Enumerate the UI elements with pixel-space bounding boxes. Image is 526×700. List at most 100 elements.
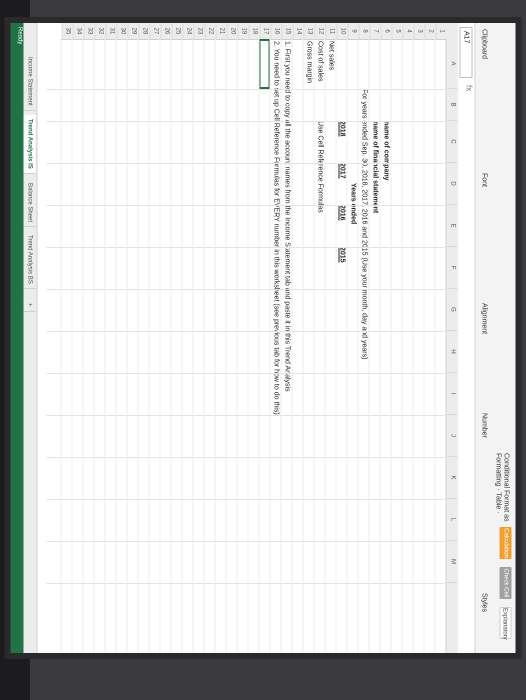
gridline <box>269 39 271 653</box>
column-header[interactable]: D <box>446 163 458 205</box>
clipboard-group-label: Clipboard <box>480 29 488 59</box>
gridline <box>258 39 260 653</box>
gridline <box>203 39 205 653</box>
row-header[interactable]: 30 <box>116 23 128 39</box>
gridline <box>280 39 282 653</box>
column-header[interactable]: E <box>446 205 458 247</box>
row-header[interactable]: 28 <box>138 23 150 39</box>
gridline <box>335 39 337 653</box>
row-header[interactable]: 6 <box>380 23 392 39</box>
column-header[interactable]: G <box>446 289 458 331</box>
row-header[interactable]: 20 <box>226 23 238 39</box>
row-header[interactable]: 8 <box>358 23 370 39</box>
row-header[interactable]: 9 <box>347 23 359 39</box>
style-explanatory[interactable]: Explanatory <box>499 607 512 640</box>
style-check-cell[interactable]: Check Cell <box>499 567 512 599</box>
row-header[interactable]: 29 <box>127 23 139 39</box>
column-header[interactable]: M <box>446 541 458 583</box>
gridline <box>148 39 150 653</box>
row-header[interactable]: 21 <box>215 23 227 39</box>
row-header[interactable]: 12 <box>314 23 326 39</box>
column-header[interactable]: H <box>446 331 458 373</box>
gridline <box>192 39 194 653</box>
gridline <box>46 541 447 542</box>
sheet-tab[interactable]: Trend Analysis BS <box>23 231 36 289</box>
column-header[interactable]: L <box>446 499 458 541</box>
gridline <box>412 39 414 653</box>
row-header[interactable]: 14 <box>292 23 304 39</box>
row-header[interactable]: 17 <box>259 23 271 39</box>
gridline <box>126 39 128 653</box>
column-header[interactable]: C <box>446 121 458 163</box>
style-label: Explanatory <box>501 608 508 640</box>
gridline <box>71 39 73 653</box>
status-bar: Ready <box>10 23 24 653</box>
sheet-tab[interactable]: Trend Analysis IS <box>21 115 36 174</box>
row-header[interactable]: 7 <box>369 23 381 39</box>
font-group-label: Font <box>480 173 488 188</box>
formula-bar: A17 fx <box>458 23 476 653</box>
row-header[interactable]: 18 <box>248 23 260 39</box>
conditional-formatting-button[interactable]: Conditional Format as <box>503 453 510 521</box>
row-header[interactable]: 2 <box>424 23 436 39</box>
gridline <box>401 39 403 653</box>
row-header[interactable]: 26 <box>160 23 172 39</box>
gridline <box>313 39 315 653</box>
gridline <box>302 39 304 653</box>
excel-window: Clipboard Font Alignment Number Conditio… <box>10 23 516 653</box>
row-header[interactable]: 15 <box>281 23 293 39</box>
row-header[interactable]: 23 <box>193 23 205 39</box>
number-group-label: Number <box>480 413 488 438</box>
gridline <box>46 89 447 90</box>
fx-icon[interactable]: fx <box>465 85 474 91</box>
column-header[interactable]: B <box>446 89 458 121</box>
sheet-tabs: Income Statement Trend Analysis IS Balance… <box>21 23 38 653</box>
row-header[interactable]: 4 <box>402 23 414 39</box>
row-header[interactable]: 27 <box>149 23 161 39</box>
column-header[interactable]: J <box>446 415 458 457</box>
add-sheet-button[interactable]: + <box>23 299 36 312</box>
gridline <box>247 39 249 653</box>
row-header[interactable]: 19 <box>237 23 249 39</box>
gridline <box>46 247 447 248</box>
gridline <box>357 39 359 653</box>
sheet-tab[interactable]: Income Statement <box>23 53 36 111</box>
row-header[interactable]: 3 <box>413 23 425 39</box>
gridline <box>104 39 106 653</box>
cell-styles-gallery[interactable]: Calculation Check Cell Explanatory <box>482 527 512 647</box>
row-header[interactable]: 35 <box>61 23 73 39</box>
row-header[interactable]: 13 <box>303 23 315 39</box>
worksheet-grid[interactable]: ABCDEFGHIJKLM 1 2 3 4 5 6 7 8 9 10 11 12 13 14 15 16 17 1… <box>37 23 458 653</box>
column-header[interactable]: I <box>446 373 458 415</box>
gridline <box>82 39 84 653</box>
row-header[interactable]: 10 <box>336 23 348 39</box>
column-header[interactable]: A <box>446 39 458 89</box>
row-header[interactable]: 1 <box>435 23 447 39</box>
row-header[interactable]: 32 <box>94 23 106 39</box>
gridline <box>368 39 370 653</box>
row-header[interactable]: 34 <box>72 23 84 39</box>
row-header[interactable]: 22 <box>204 23 216 39</box>
column-header[interactable]: F <box>446 247 458 289</box>
row-header[interactable]: 5 <box>391 23 403 39</box>
row-header[interactable]: 24 <box>182 23 194 39</box>
gridline <box>423 39 425 653</box>
row-header[interactable]: 25 <box>171 23 183 39</box>
row-header[interactable]: 33 <box>83 23 95 39</box>
row-header[interactable]: 31 <box>105 23 117 39</box>
gridline <box>214 39 216 653</box>
row-header[interactable]: 11 <box>325 23 337 39</box>
gridline <box>434 39 436 653</box>
gridline <box>390 39 392 653</box>
name-box[interactable]: A17 <box>459 27 473 78</box>
gridline <box>291 39 293 653</box>
column-header[interactable]: K <box>446 457 458 499</box>
format-as-table-button[interactable]: Formatting · Table · <box>495 453 502 514</box>
row-header[interactable]: 16 <box>270 23 282 39</box>
photo-stage: ⊞ ⌕ ○ ▭ e ▰ ■ ✉ X W P ◉ ● ◆ Clipboard Fo… <box>0 0 526 700</box>
style-calculation[interactable]: Calculation <box>499 527 512 559</box>
column-headers: ABCDEFGHIJKLM <box>445 23 458 653</box>
style-label: Check Cell <box>502 568 509 598</box>
sheet-tab[interactable]: Balance Sheet <box>23 179 36 228</box>
gridline <box>159 39 161 653</box>
